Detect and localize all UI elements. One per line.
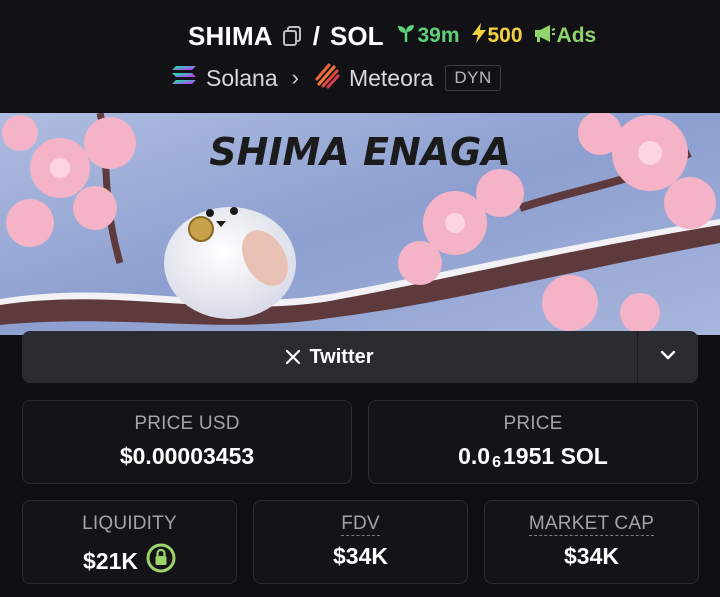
boost-badge[interactable]: 500 [470, 22, 523, 50]
price-usd-value: $0.00003453 [119, 443, 255, 469]
chevron-right-icon: › [291, 65, 299, 90]
liquidity-value-row: $21K [23, 543, 236, 579]
twitter-button[interactable]: Twitter [22, 331, 637, 383]
token-banner: SHIMA ENAGA [0, 113, 720, 335]
dex-link[interactable]: Meteora [349, 65, 433, 92]
price-native-value: 0.0 6 1951 SOL [369, 443, 697, 471]
pair-age: 39m [395, 22, 460, 50]
copy-icon[interactable] [281, 25, 303, 47]
fdv-label[interactable]: FDV [341, 513, 380, 536]
megaphone-icon [533, 22, 557, 50]
price-usd-card: PRICE USD $0.00003453 [22, 400, 352, 484]
twitter-button-group: Twitter [22, 331, 698, 383]
pair-quote-symbol: SOL [330, 20, 384, 51]
price-native-label: PRICE [503, 413, 563, 434]
market-cap-value: $34K [564, 543, 619, 569]
pool-type-badge: DYN [445, 65, 501, 91]
ads-label: Ads [556, 24, 597, 47]
liquidity-card: LIQUIDITY $21K [22, 500, 237, 584]
fdv-value: $34K [333, 543, 388, 569]
price-native-digits: 1951 SOL [503, 443, 608, 469]
chain-link[interactable]: Solana [206, 65, 278, 92]
banner-title: SHIMA ENAGA [209, 130, 511, 174]
lock-icon[interactable] [146, 543, 176, 579]
price-native-prefix: 0.0 [458, 443, 491, 469]
liquidity-value: $21K [83, 547, 138, 574]
pair-base-symbol: SHIMA [188, 20, 273, 51]
breadcrumb: Solana › Meteora DYN [170, 60, 501, 96]
ads-link[interactable]: Ads [533, 22, 597, 50]
socials-dropdown-button[interactable] [638, 331, 698, 383]
twitter-label: Twitter [309, 345, 374, 368]
price-native-zero-count: 6 [492, 453, 502, 471]
chevron-down-icon [660, 348, 676, 366]
solana-icon [170, 63, 198, 93]
pair-title-row: SHIMA / SOL 39m 500 Ads [188, 18, 596, 54]
price-usd-label: PRICE USD [134, 413, 240, 434]
fdv-card: FDV $34K [253, 500, 468, 584]
liquidity-label: LIQUIDITY [82, 513, 177, 534]
x-logo-icon [285, 349, 301, 365]
seedling-icon [395, 22, 417, 50]
meteora-icon [313, 61, 341, 95]
price-native-card: PRICE 0.0 6 1951 SOL [368, 400, 698, 484]
market-cap-label[interactable]: MARKET CAP [528, 513, 655, 536]
boost-count: 500 [487, 24, 523, 47]
pair-age-value: 39m [417, 24, 460, 47]
market-cap-card: MARKET CAP $34K [484, 500, 699, 584]
pair-separator: / [312, 20, 321, 51]
bolt-icon [470, 22, 488, 50]
pair-header: SHIMA / SOL 39m 500 Ads Solana › Meteora… [0, 0, 720, 112]
